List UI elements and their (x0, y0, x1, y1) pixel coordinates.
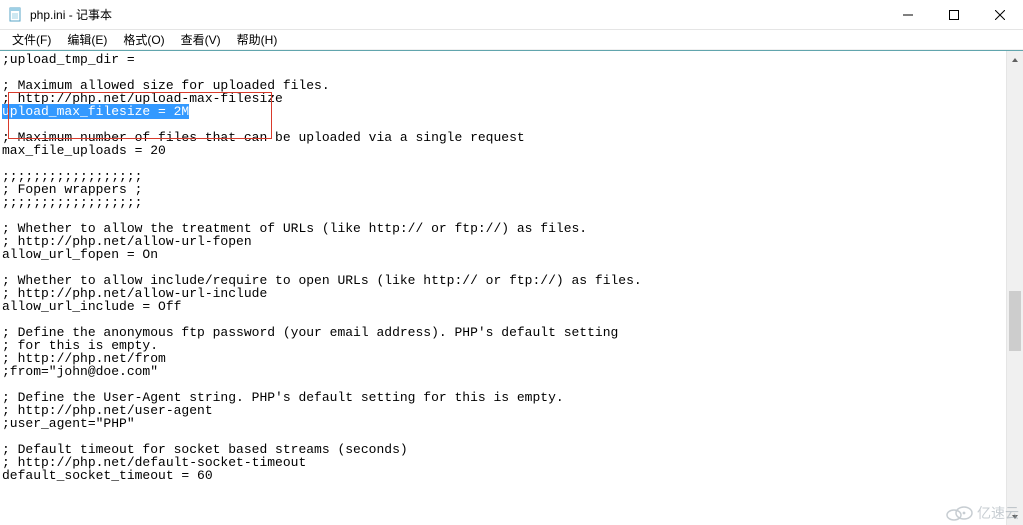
editor-line (2, 157, 1004, 170)
menu-help[interactable]: 帮助(H) (229, 29, 286, 50)
window-controls (885, 0, 1023, 29)
menu-edit[interactable]: 编辑(E) (59, 29, 115, 50)
editor-line: ;user_agent="PHP" (2, 417, 1004, 430)
content-wrap: ;upload_tmp_dir = ; Maximum allowed size… (0, 50, 1023, 525)
editor-line: max_file_uploads = 20 (2, 144, 1004, 157)
editor-selection: upload_max_filesize = 2M (2, 104, 189, 119)
editor-line: ;;;;;;;;;;;;;;;;;; (2, 196, 1004, 209)
vertical-scrollbar[interactable] (1006, 51, 1023, 525)
menu-format[interactable]: 格式(O) (115, 29, 172, 50)
editor-line: ;upload_tmp_dir = (2, 53, 1004, 66)
editor-line: allow_url_include = Off (2, 300, 1004, 313)
scroll-up-arrow[interactable] (1007, 51, 1023, 68)
notepad-icon (8, 7, 24, 23)
minimize-button[interactable] (885, 0, 931, 29)
menubar: 文件(F) 编辑(E) 格式(O) 查看(V) 帮助(H) (0, 30, 1023, 50)
editor-line: default_socket_timeout = 60 (2, 469, 1004, 482)
window-title: php.ini - 记事本 (30, 6, 885, 23)
maximize-button[interactable] (931, 0, 977, 29)
menu-file[interactable]: 文件(F) (4, 29, 59, 50)
titlebar: php.ini - 记事本 (0, 0, 1023, 30)
scroll-thumb[interactable] (1009, 291, 1021, 351)
editor-line: ; Fopen wrappers ; (2, 183, 1004, 196)
editor-line: ; http://php.net/user-agent (2, 404, 1004, 417)
close-button[interactable] (977, 0, 1023, 29)
text-editor[interactable]: ;upload_tmp_dir = ; Maximum allowed size… (0, 51, 1006, 525)
editor-line: upload_max_filesize = 2M (2, 105, 1004, 118)
editor-line: ;from="john@doe.com" (2, 365, 1004, 378)
scroll-down-arrow[interactable] (1007, 508, 1023, 525)
editor-line: ;;;;;;;;;;;;;;;;;; (2, 170, 1004, 183)
editor-line: allow_url_fopen = On (2, 248, 1004, 261)
menu-view[interactable]: 查看(V) (173, 29, 229, 50)
